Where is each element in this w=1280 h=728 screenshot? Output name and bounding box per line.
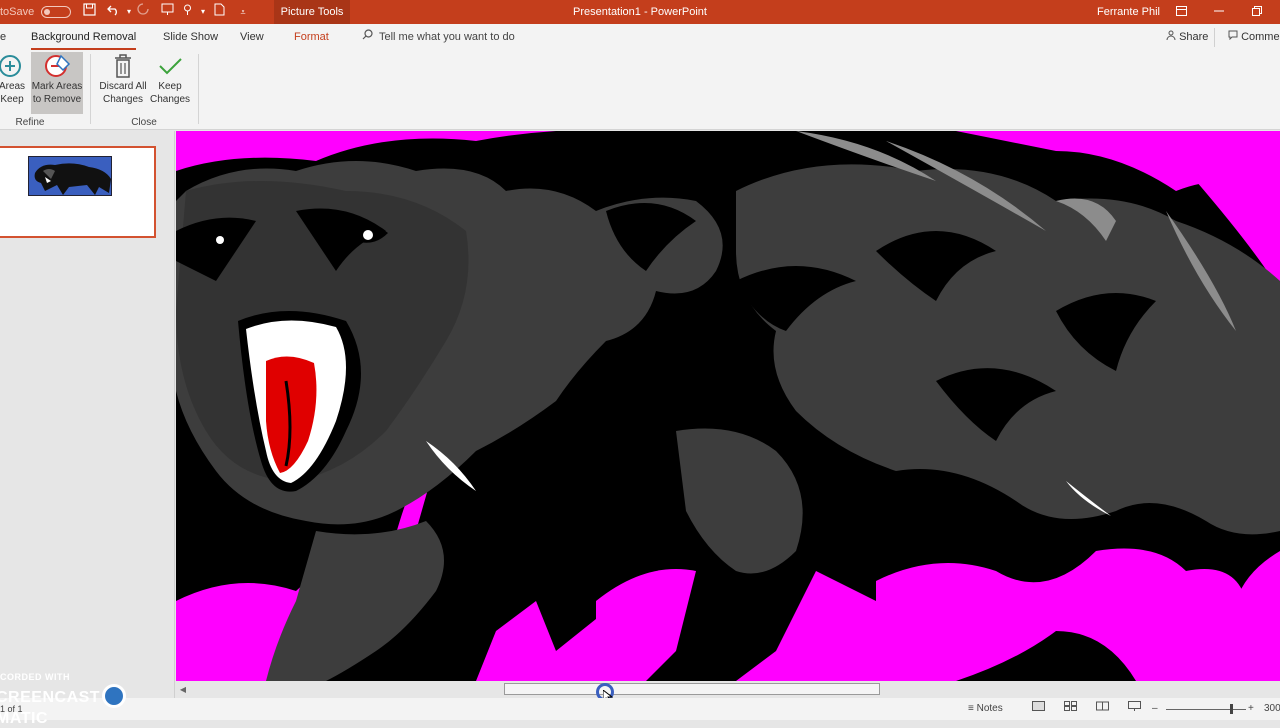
watermark-brand: CREENCASTMATIC: [0, 684, 175, 728]
group-close-label: Close: [131, 117, 157, 128]
scroll-left-icon[interactable]: ◀: [176, 681, 190, 698]
mark-keep-label-2: Keep: [0, 94, 24, 105]
restore-icon[interactable]: [1242, 0, 1272, 24]
keep-changes-label-2: Changes: [149, 94, 191, 105]
slideshow-view-icon[interactable]: [1128, 698, 1141, 720]
watermark-recorded-with: CORDED WITH: [0, 672, 70, 682]
mark-remove-label-1: Mark Areas: [31, 81, 83, 92]
notes-label: Notes: [976, 703, 1003, 714]
panther-picture[interactable]: [176, 131, 1280, 681]
slide-thumbnail-selected[interactable]: [0, 146, 156, 238]
tell-me-text: Tell me what you want to do: [379, 31, 515, 43]
minimize-icon[interactable]: [1204, 0, 1234, 24]
autosave-label: toSave: [0, 6, 35, 18]
status-bar: ≡ Notes – + 300: [0, 698, 1280, 720]
user-name[interactable]: Ferrante Phil: [1097, 0, 1160, 24]
discard-all-changes-button[interactable]: Discard All Changes: [96, 52, 150, 114]
scrollbar-thumb[interactable]: [504, 683, 880, 695]
mark-areas-to-keep-button[interactable]: Areas Keep: [0, 52, 30, 114]
slide-thumbnail-image: [28, 156, 112, 196]
group-refine-label: Refine: [15, 117, 45, 128]
zoom-slider-knob[interactable]: [1230, 704, 1233, 714]
share-button[interactable]: Share: [1160, 28, 1216, 47]
tab-background-removal[interactable]: Background Removal: [31, 24, 137, 50]
mark-keep-label-1: Areas: [0, 81, 26, 92]
screencast-watermark: CORDED WITH CREENCASTMATIC 1 of 1: [0, 670, 175, 727]
comment-icon: [1228, 30, 1241, 43]
slide-counter: 1 of 1: [0, 704, 23, 714]
pencil-minus-icon: [31, 52, 83, 80]
new-file-icon[interactable]: [210, 3, 228, 21]
discard-label-1: Discard All: [99, 81, 147, 92]
zoom-level[interactable]: 300: [1264, 698, 1280, 720]
keep-changes-label-1: Keep: [158, 81, 182, 92]
slide-canvas[interactable]: [176, 131, 1280, 681]
share-label: Share: [1179, 31, 1209, 43]
horizontal-scrollbar[interactable]: ◀: [176, 681, 1280, 698]
discard-label-2: Changes: [102, 94, 144, 105]
zoom-in-icon[interactable]: +: [1248, 698, 1254, 720]
share-icon: [1166, 30, 1179, 43]
ribbon-tabs: e Background Removal Slide Show View For…: [0, 24, 1280, 50]
normal-view-icon[interactable]: [1032, 698, 1045, 720]
ribbon: Areas Keep Mark Areas to Remove Refine D…: [0, 50, 1280, 130]
zoom-slider-track[interactable]: [1166, 709, 1246, 710]
from-beginning-icon[interactable]: [158, 3, 176, 21]
keep-changes-button[interactable]: Keep Changes: [148, 52, 192, 114]
screencast-logo-icon: [102, 684, 127, 708]
checkmark-icon: [148, 52, 192, 80]
notes-button[interactable]: ≡ Notes: [968, 698, 1003, 720]
ribbon-display-options-icon[interactable]: [1166, 0, 1196, 24]
zoom-out-icon[interactable]: –: [1152, 698, 1158, 720]
document-title: Presentation1 - PowerPoint: [573, 6, 707, 18]
autosave-toggle[interactable]: toSave: [0, 0, 72, 24]
trash-icon: [96, 52, 150, 80]
slide-sorter-icon[interactable]: [1064, 698, 1077, 720]
comments-label: Comme: [1241, 31, 1280, 43]
tab-view[interactable]: View: [240, 24, 264, 50]
slide-thumbnail-panel: [0, 131, 175, 700]
title-bar: toSave ▾ ▾ ⩡ Picture Tools Presentation1…: [0, 0, 1280, 24]
comments-button[interactable]: Comme: [1228, 28, 1280, 47]
group-separator: [198, 54, 199, 124]
redo-icon[interactable]: [134, 3, 152, 21]
tab-slide-show[interactable]: Slide Show: [163, 24, 218, 50]
reading-view-icon[interactable]: [1096, 698, 1109, 720]
mark-areas-to-remove-button[interactable]: Mark Areas to Remove: [31, 52, 83, 114]
tab-format[interactable]: Format: [294, 24, 329, 50]
customize-qat-icon[interactable]: ⩡: [234, 3, 252, 21]
group-separator: [90, 54, 91, 124]
tab-file[interactable]: e: [0, 24, 6, 50]
autosave-switch[interactable]: [41, 6, 72, 19]
mark-remove-label-2: to Remove: [32, 94, 82, 105]
pencil-plus-icon: [0, 52, 30, 80]
save-icon[interactable]: [80, 3, 98, 21]
notes-icon: ≡: [968, 703, 974, 714]
lightbulb-search-icon: [362, 24, 373, 50]
tell-me-search[interactable]: Tell me what you want to do: [362, 24, 515, 50]
picture-tools-context-tab: Picture Tools: [274, 0, 350, 24]
